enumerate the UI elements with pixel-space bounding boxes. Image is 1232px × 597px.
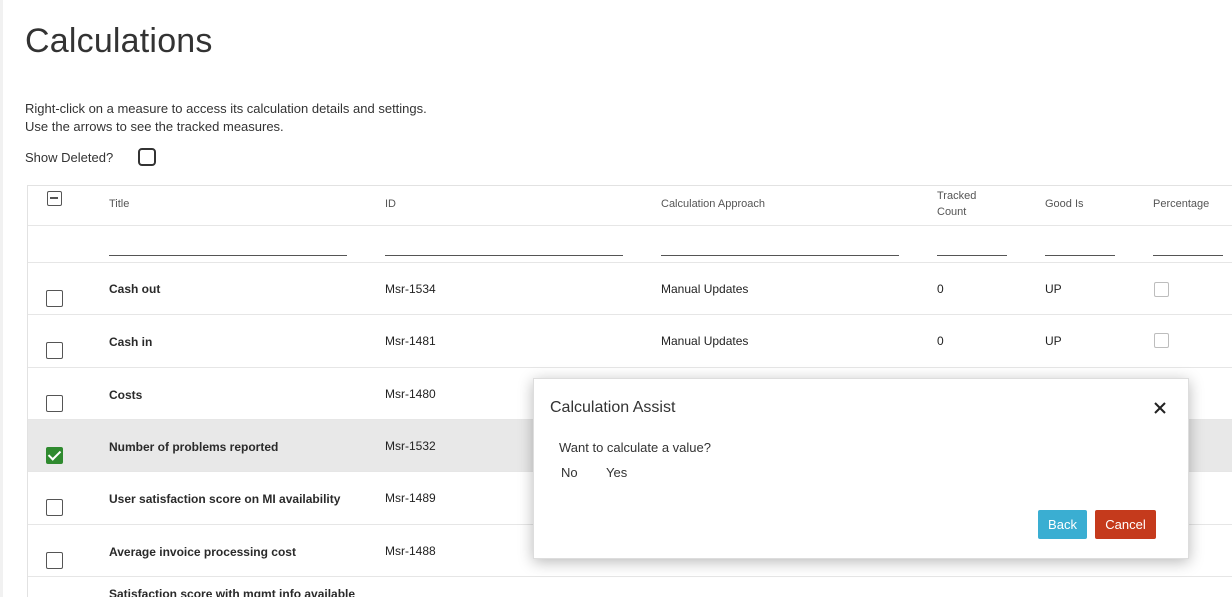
row-title: Average invoice processing cost xyxy=(109,545,296,559)
filter-input-percentage[interactable] xyxy=(1153,255,1223,256)
header-divider xyxy=(28,225,1232,226)
calculation-assist-dialog: Calculation Assist Want to calculate a v… xyxy=(533,378,1189,559)
option-yes[interactable]: Yes xyxy=(606,465,627,480)
column-header-tracked-line1: Tracked xyxy=(937,190,977,202)
row-title: Cash out xyxy=(109,282,161,296)
row-id: Msr-1480 xyxy=(385,387,436,401)
dialog-title: Calculation Assist xyxy=(550,399,676,416)
dialog-question: Want to calculate a value? xyxy=(559,440,711,455)
row-checkbox[interactable] xyxy=(46,552,63,569)
column-header-percentage[interactable]: Percentage xyxy=(1153,196,1209,212)
select-all-checkbox[interactable] xyxy=(47,191,62,206)
left-edge-rule xyxy=(0,0,3,597)
filter-input-tracked-count[interactable] xyxy=(937,255,1007,256)
row-title: Satisfaction score with mgmt info availa… xyxy=(109,587,356,597)
row-checkbox[interactable] xyxy=(46,395,63,412)
row-good-is: UP xyxy=(1045,334,1062,348)
show-deleted-checkbox[interactable] xyxy=(138,148,156,166)
column-header-id[interactable]: ID xyxy=(385,196,396,212)
row-id: Msr-1534 xyxy=(385,282,436,296)
row-title: Cash in xyxy=(109,335,153,349)
filter-input-title[interactable] xyxy=(109,255,347,256)
row-id: Msr-1481 xyxy=(385,334,436,348)
cancel-button[interactable]: Cancel xyxy=(1095,510,1156,539)
row-percentage-checkbox[interactable] xyxy=(1154,282,1169,297)
column-header-tracked-line2: Count xyxy=(937,206,967,218)
table-row[interactable]: Cash out Msr-1534 Manual Updates 0 UP xyxy=(28,263,1232,315)
row-checkbox[interactable] xyxy=(46,499,63,516)
row-percentage-checkbox[interactable] xyxy=(1154,333,1169,348)
filter-input-calculation-approach[interactable] xyxy=(661,255,899,256)
row-checkbox[interactable] xyxy=(46,290,63,307)
row-id: Msr-1532 xyxy=(385,439,436,453)
row-title: User satisfaction score on MI availabili… xyxy=(109,492,341,506)
instruction-text-1: Right-click on a measure to access its c… xyxy=(25,101,427,116)
column-header-calculation-approach[interactable]: Calculation Approach xyxy=(661,196,765,212)
back-button[interactable]: Back xyxy=(1038,510,1087,539)
row-id: Msr-1488 xyxy=(385,544,436,558)
row-good-is: UP xyxy=(1045,282,1062,296)
row-calculation-approach: Manual Updates xyxy=(661,282,749,296)
close-icon[interactable] xyxy=(1151,399,1169,417)
row-calculation-approach: Manual Updates xyxy=(661,334,749,348)
row-title: Number of problems reported xyxy=(109,440,279,454)
page-title: Calculations xyxy=(25,22,213,60)
filter-input-id[interactable] xyxy=(385,255,623,256)
row-tracked-count: 0 xyxy=(937,282,944,296)
show-deleted-label: Show Deleted? xyxy=(25,150,114,165)
column-header-title[interactable]: Title xyxy=(109,196,129,212)
table-row[interactable]: Satisfaction score with mgmt info availa… xyxy=(28,577,1232,597)
filter-input-good-is[interactable] xyxy=(1045,255,1115,256)
row-id: Msr-1489 xyxy=(385,491,436,505)
table-row[interactable]: Cash in Msr-1481 Manual Updates 0 UP xyxy=(28,315,1232,368)
column-header-good-is[interactable]: Good Is xyxy=(1045,196,1084,212)
row-checkbox-checked[interactable] xyxy=(46,447,63,464)
instruction-text-2: Use the arrows to see the tracked measur… xyxy=(25,119,284,134)
row-title: Costs xyxy=(109,388,143,402)
row-tracked-count: 0 xyxy=(937,334,944,348)
row-checkbox[interactable] xyxy=(46,342,63,359)
option-no[interactable]: No xyxy=(561,465,578,480)
column-header-tracked-count[interactable]: Tracked Count xyxy=(937,188,976,220)
